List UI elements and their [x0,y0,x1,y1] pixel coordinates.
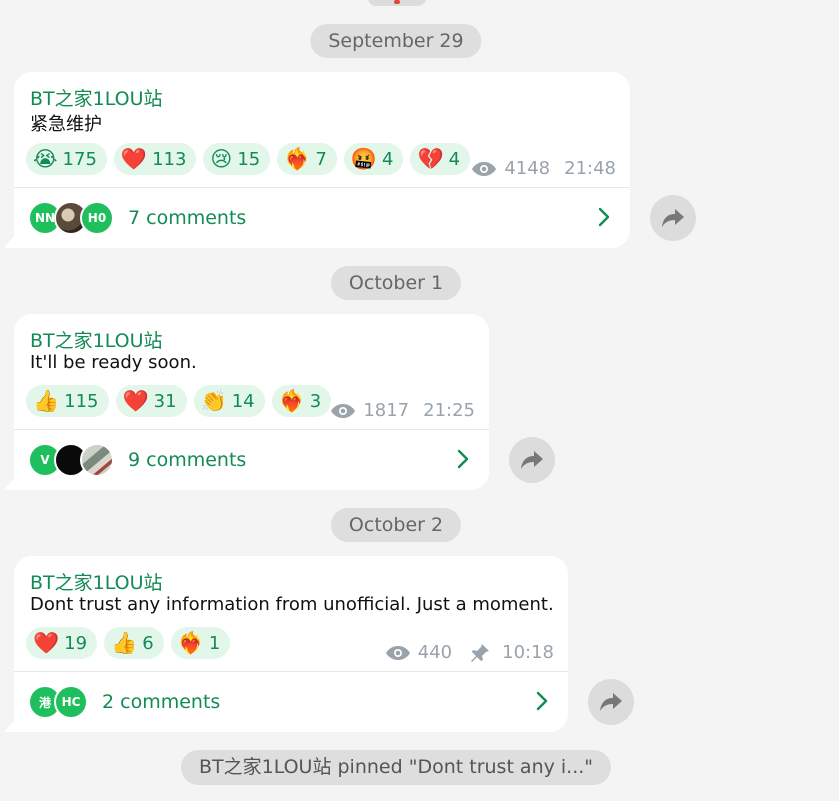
commenter-avatars: 港 HC [28,685,88,719]
reaction-emoji: 👍 [111,630,138,655]
reaction-count: 14 [231,390,255,412]
post-text: It'll be ready soon. [30,352,197,373]
commenter-avatars: NN H0 [28,201,114,235]
post-text: Dont trust any information from unoffici… [30,594,554,615]
post-time: 10:18 [502,642,554,663]
divider [14,671,568,672]
reaction-chip[interactable]: 🤬 4 [343,143,404,175]
previous-date-pill [368,0,426,6]
chevron-right-icon [598,207,610,227]
avatar [80,443,114,477]
reaction-emoji: 👏 [200,388,227,413]
reaction-chip[interactable]: 😢 15 [203,143,271,175]
eye-icon [472,161,497,176]
reaction-emoji: 🤬 [350,146,377,171]
channel-post: BT之家1LOU站 It'll be ready soon. 👍 115 ❤️ 31… [14,314,489,490]
reaction-count: 3 [309,390,322,412]
comments-link[interactable]: 港 HC 2 comments [28,682,554,722]
divider [14,429,489,430]
reaction-chip[interactable]: 😭 175 [26,143,107,175]
comments-count: 2 comments [102,691,221,713]
reaction-emoji: 💔 [417,146,444,171]
reactions-row: 👍 115 ❤️ 31 👏 14 ❤️‍🔥 3 [26,385,332,417]
reaction-emoji-fragment [394,0,400,4]
share-button[interactable] [650,195,696,241]
reaction-count: 4 [382,148,394,170]
date-separator: September 29 [310,24,482,58]
reaction-count: 1 [208,632,221,654]
channel-post: BT之家1LOU站 紧急维护 😭 175 ❤️ 113 😢 15 ❤️‍🔥 7 🤬 4 💔… [14,72,630,248]
reaction-count: 15 [237,148,261,170]
reaction-count: 175 [62,148,97,170]
view-count: 4148 [504,158,551,179]
comments-link[interactable]: NN H0 7 comments [28,198,616,238]
eye-icon [331,403,356,418]
chevron-right-icon [536,691,548,711]
reaction-count: 115 [64,390,99,412]
reaction-chip[interactable]: ❤️‍🔥 3 [271,385,332,417]
reaction-count: 6 [142,632,154,654]
comments-count: 7 comments [128,207,247,229]
commenter-avatars: V [28,443,114,477]
chevron-right-icon [457,449,469,469]
reaction-count: 31 [153,390,177,412]
reaction-chip[interactable]: ❤️ 113 [113,143,197,175]
post-meta: 440 10:18 [385,642,554,663]
avatar: HC [54,685,88,719]
reaction-emoji: ❤️ [122,388,149,413]
post-author[interactable]: BT之家1LOU站 [30,84,163,111]
pin-icon [471,643,490,662]
reaction-count: 7 [315,148,327,170]
share-arrow-icon [521,451,543,469]
reaction-emoji: ❤️ [33,630,60,655]
reaction-emoji: 😭 [33,146,58,171]
view-count: 440 [417,642,453,663]
reaction-emoji: 👍 [33,388,60,413]
reaction-chip[interactable]: ❤️ 31 [115,385,187,417]
share-arrow-icon [600,693,622,711]
date-separator: October 2 [330,508,462,542]
divider [14,187,630,188]
reaction-count: 4 [448,148,461,170]
reaction-count: 19 [64,632,88,654]
reaction-chip[interactable]: ❤️‍🔥 7 [277,143,337,175]
reaction-chip[interactable]: 👍 6 [104,627,164,659]
reaction-emoji: ❤️ [120,146,148,171]
avatar: H0 [80,201,114,235]
reaction-emoji: ❤️‍🔥 [284,146,311,171]
reaction-chip[interactable]: 👏 14 [193,385,265,417]
reaction-chip[interactable]: ❤️‍🔥 1 [170,627,231,659]
post-meta: 1817 21:25 [331,400,475,421]
reaction-count: 113 [152,148,187,170]
view-count: 1817 [363,400,410,421]
eye-icon [385,645,410,660]
post-meta: 4148 21:48 [472,158,616,179]
post-author[interactable]: BT之家1LOU站 [30,326,163,353]
channel-post: BT之家1LOU站 Dont trust any information fro… [14,556,568,732]
comments-link[interactable]: V 9 comments [28,440,475,480]
post-time: 21:48 [564,158,616,179]
post-time: 21:25 [423,400,475,421]
reaction-emoji: ❤️‍🔥 [177,630,204,655]
reaction-emoji: ❤️‍🔥 [278,388,305,413]
post-text: 紧急维护 [30,114,102,135]
comments-count: 9 comments [128,449,247,471]
share-button[interactable] [588,679,634,725]
post-author[interactable]: BT之家1LOU站 [30,568,163,595]
reactions-row: 😭 175 ❤️ 113 😢 15 ❤️‍🔥 7 🤬 4 💔 4 [26,143,471,175]
reactions-row: ❤️ 19 👍 6 ❤️‍🔥 1 [26,627,231,659]
reaction-chip[interactable]: 💔 4 [410,143,471,175]
reaction-emoji: 😢 [210,146,233,171]
reaction-chip[interactable]: 👍 115 [26,385,109,417]
share-arrow-icon [662,209,684,227]
share-button[interactable] [509,437,555,483]
pinned-service-message[interactable]: BT之家1LOU站 pinned "Dont trust any i..." [180,750,612,785]
date-separator: October 1 [330,266,462,300]
reaction-chip[interactable]: ❤️ 19 [26,627,98,659]
